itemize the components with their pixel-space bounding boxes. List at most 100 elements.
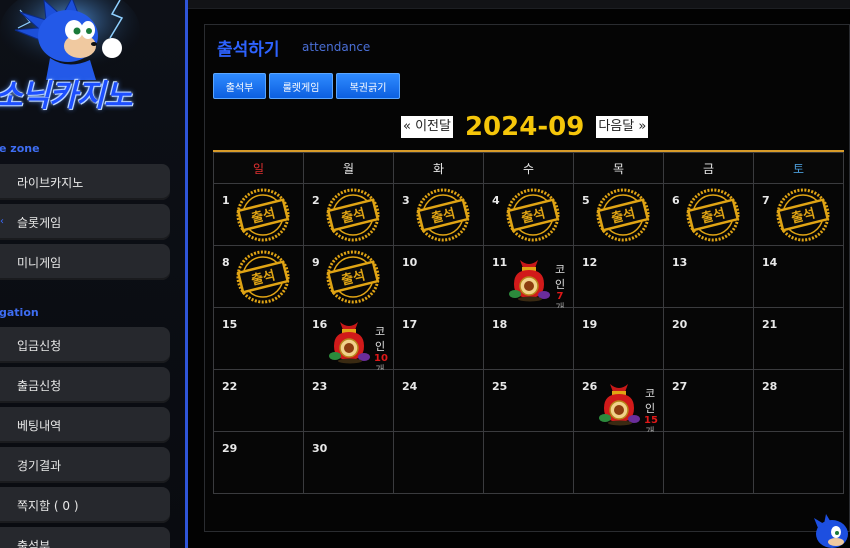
coin-amount: 15 [644,415,658,426]
calendar-day-cell: 20 [663,307,754,370]
menu-item-attendance[interactable]: 출석부 [0,527,170,548]
weekday-header: 목 [573,152,664,184]
weekday-header: 수 [483,152,574,184]
calendar-day-cell: 25 [483,369,574,432]
attendance-stamp-icon: 출석 [236,250,290,304]
sidebar: 소닉카지노 e zone 라이브카지노 ‹ 슬롯게임 미니게임 gation 입… [0,0,188,548]
menu-item-messages[interactable]: 쪽지함 ( 0 ) [0,487,170,523]
day-number: 24 [402,380,418,393]
tab-lottery[interactable]: 복권긁기 [336,73,400,99]
attendance-stamp-icon: 출석 [326,188,380,242]
calendar-day-cell: 출석 2 [303,183,394,246]
menu-item-label: 베팅내역 [17,418,62,433]
menu-item-slot-game[interactable]: ‹ 슬롯게임 [0,204,170,240]
calendar-day-cell [483,431,574,494]
day-number: 14 [762,256,778,269]
app-window: 소닉카지노 e zone 라이브카지노 ‹ 슬롯게임 미니게임 gation 입… [0,0,850,548]
calendar-week-row: 15 코인10개16 17 18 19 20 21 [213,307,844,376]
calendar-day-cell: 출석 5 [573,183,664,246]
coin-label: 코인 [644,387,656,415]
attendance-stamp-icon: 출석 [236,188,290,242]
top-bar [188,0,850,9]
weekday-header: 금 [663,152,754,184]
day-number: 6 [672,194,680,207]
attendance-stamp-icon: 출석 [506,188,560,242]
calendar-day-cell: 23 [303,369,394,432]
menu-bullet-icon [0,379,6,391]
calendar-day-cell: 15 [213,307,304,370]
calendar-day-cell: 출석 4 [483,183,574,246]
menu-bullet-icon [0,339,6,351]
day-number: 5 [582,194,590,207]
menu-bullet-icon [0,419,6,431]
menu-item-label: 슬롯게임 [17,215,62,230]
menu-item-live-casino[interactable]: 라이브카지노 [0,164,170,200]
day-number: 27 [672,380,688,393]
day-number: 18 [492,318,508,331]
menu-item-betting-history[interactable]: 베팅내역 [0,407,170,443]
logo[interactable]: 소닉카지노 [0,0,185,120]
menu-bullet-icon [0,176,6,188]
weekday-header: 화 [393,152,484,184]
page-subtitle: attendance [302,40,371,54]
day-number: 23 [312,380,328,393]
weekday-header: 월 [303,152,394,184]
menu-bullet-icon [0,256,6,268]
menu-item-withdraw[interactable]: 출금신청 [0,367,170,403]
weekday-header-row: 일월화수목금토 [213,152,844,184]
day-number: 1 [222,194,230,207]
attendance-stamp-icon: 출석 [776,188,830,242]
day-number: 16 [312,318,328,331]
day-number: 3 [402,194,410,207]
menu-bullet-icon [0,499,6,511]
calendar-day-cell: 출석 9 [303,245,394,308]
calendar-week-row: 출석 8 출석 9 10 코인7개11 12 13 14 [213,245,844,314]
day-number: 8 [222,256,230,269]
calendar-day-cell: 19 [573,307,664,370]
menu-bullet-icon [0,459,6,471]
calendar-day-cell: 코인7개11 [483,245,574,314]
calendar-day-cell [663,431,754,494]
menu-item-label: 입금신청 [17,338,62,353]
calendar-day-cell: 출석 1 [213,183,304,246]
menu-bullet-icon: ‹ [0,216,4,227]
coin-amount: 10 [374,353,388,364]
day-number: 21 [762,318,778,331]
menu-item-mini-game[interactable]: 미니게임 [0,244,170,280]
calendar-day-cell: 출석 8 [213,245,304,308]
next-month-link[interactable]: 다음달 » [596,116,649,138]
calendar-day-cell: 28 [753,369,844,432]
calendar-day-cell: 코인10개16 [303,307,394,376]
attendance-panel: 출석하기 attendance 출석부 룰렛게임 복권긁기 « 이전달 20 24… [204,24,850,532]
day-number: 26 [582,380,598,393]
calendar-day-cell [573,431,664,494]
coin-bag-icon [329,322,370,364]
calendar-day-cell: 출석 6 [663,183,754,246]
day-number: 11 [492,256,508,269]
attendance-stamp-icon: 출석 [686,188,740,242]
prev-month-link[interactable]: « 이전달 [401,116,453,138]
attendance-calendar: 일월화수목금토 출석 1 출석 2 출석 3 출석 4 출석 5 출석 6 출석 7 출석 8 출석 9 10 코인 7… [213,150,844,494]
calendar-day-cell: 10 [393,245,484,308]
menu-item-label: 출금신청 [17,378,62,393]
day-number: 22 [222,380,238,393]
calendar-week-row: 22 23 24 25 코인15개26 27 28 [213,369,844,438]
calendar-day-cell: 24 [393,369,484,432]
day-number: 2 [312,194,320,207]
page-title: 출석하기 [217,40,280,60]
day-number: 15 [222,318,238,331]
menu-item-deposit[interactable]: 입금신청 [0,327,170,363]
menu-item-game-results[interactable]: 경기결과 [0,447,170,483]
menu-item-label: 출석부 [17,538,51,548]
day-number: 19 [582,318,598,331]
tab-roulette[interactable]: 룰렛게임 [269,73,333,99]
section-title-zone: e zone [0,142,40,155]
day-number: 10 [402,256,418,269]
sonic-mascot-icon [0,0,140,80]
menu-item-label: 라이브카지노 [17,175,84,190]
calendar-day-cell: 29 [213,431,304,494]
coin-label: 코인 [554,263,566,291]
tab-attendance[interactable]: 출석부 [213,73,266,99]
calendar-day-cell: 21 [753,307,844,370]
calendar-day-cell: 13 [663,245,754,308]
